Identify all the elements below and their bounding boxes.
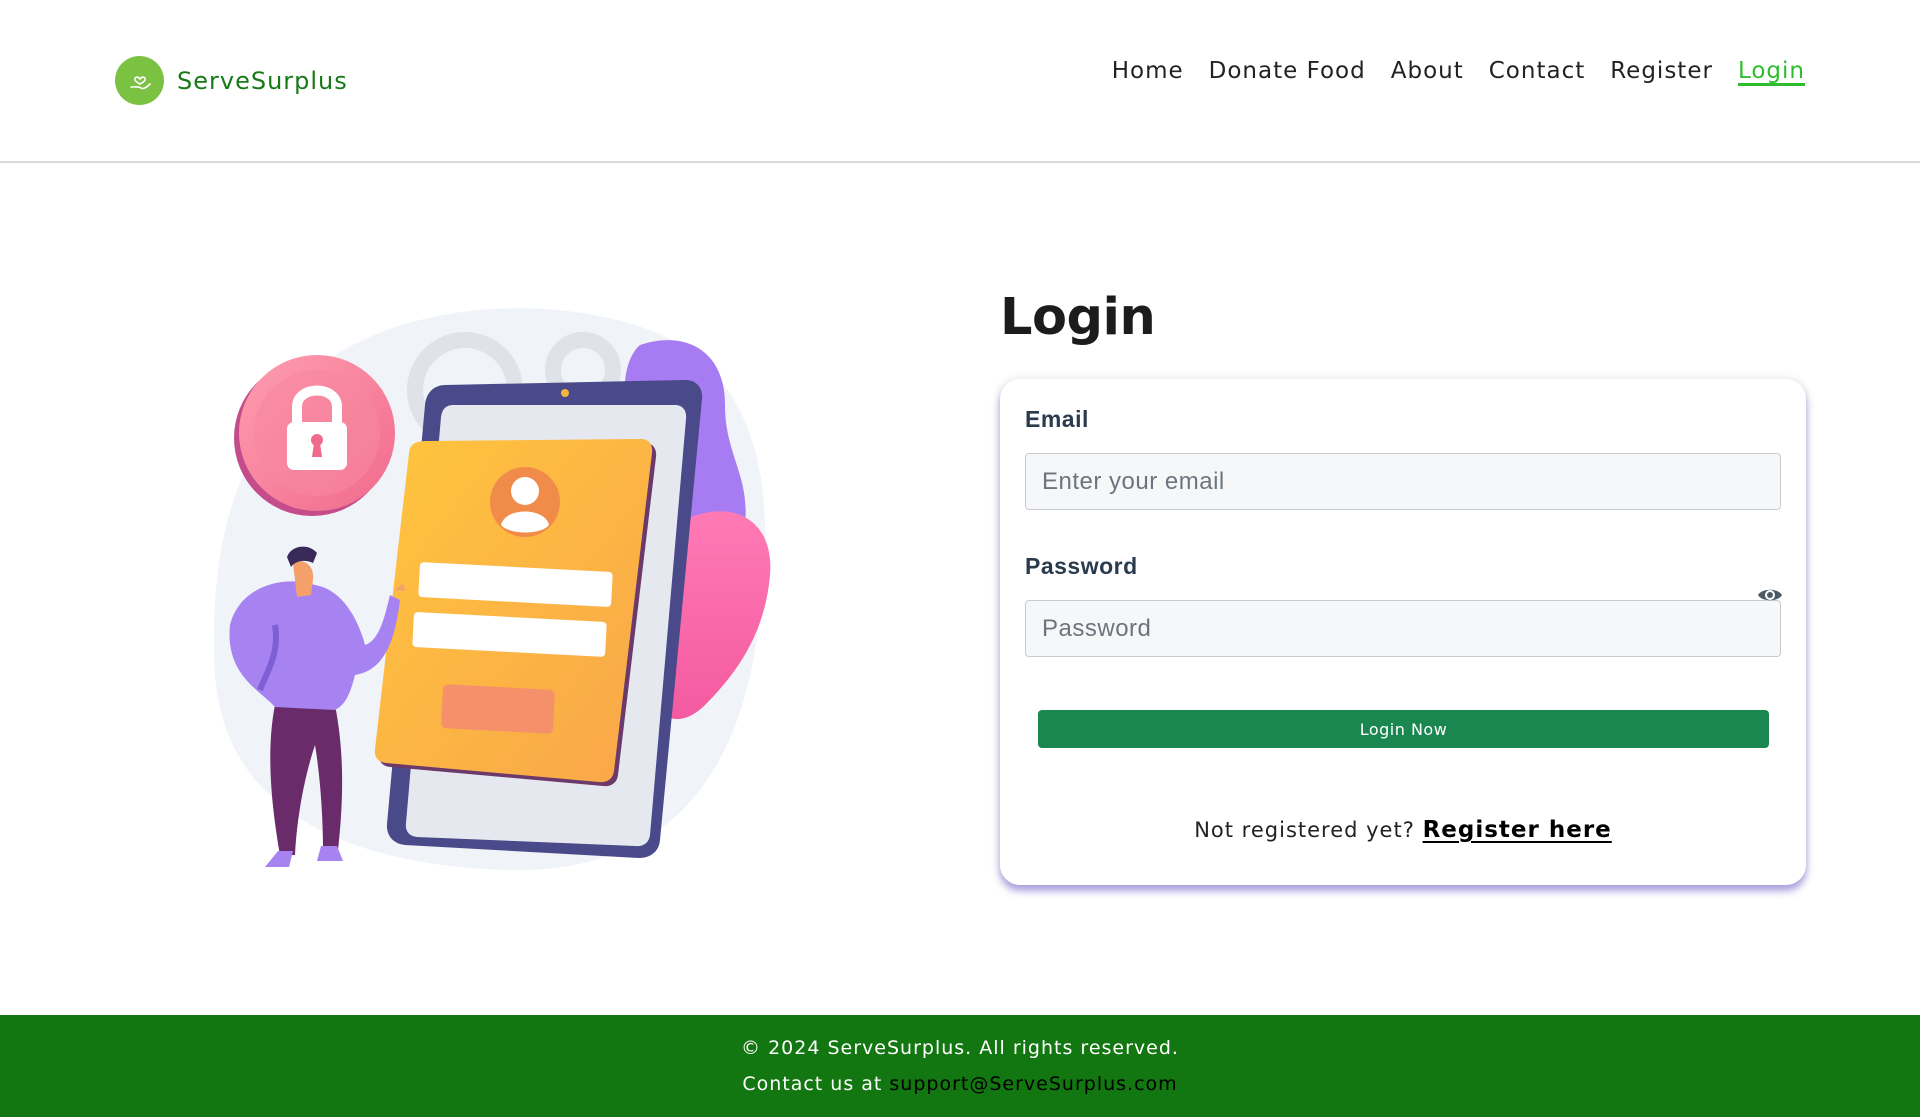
hand-heart-icon [115, 56, 164, 105]
password-field[interactable] [1025, 600, 1781, 657]
register-prompt: Not registered yet? Register here [1000, 817, 1806, 843]
contact-prefix: Contact us at [742, 1073, 883, 1095]
footer-contact: Contact us at support@ServeSurplus.com [0, 1073, 1920, 1095]
site-header: ServeSurplus Home Donate Food About Cont… [0, 0, 1920, 163]
site-footer: © 2024 ServeSurplus. All rights reserved… [0, 1015, 1920, 1117]
contact-email-link[interactable]: support@ServeSurplus.com [889, 1073, 1177, 1095]
brand-name: ServeSurplus [177, 66, 348, 95]
register-link[interactable]: Register here [1423, 817, 1612, 843]
password-label: Password [1025, 553, 1138, 579]
login-button[interactable]: Login Now [1038, 710, 1769, 748]
nav-register[interactable]: Register [1610, 58, 1713, 84]
email-field[interactable] [1025, 453, 1781, 510]
nav-login[interactable]: Login [1738, 58, 1805, 84]
nav-about[interactable]: About [1391, 58, 1464, 84]
nav-donate-food[interactable]: Donate Food [1209, 58, 1366, 84]
register-prompt-text: Not registered yet? [1194, 818, 1415, 842]
nav-home[interactable]: Home [1112, 58, 1184, 84]
login-card: Email Password Login Now Not registered … [1000, 379, 1806, 885]
copyright-text: © 2024 ServeSurplus. All rights reserved… [741, 1037, 1179, 1059]
email-label: Email [1025, 406, 1089, 432]
main-nav: Home Donate Food About Contact Register … [1087, 58, 1805, 84]
eye-icon[interactable] [1757, 586, 1783, 604]
brand[interactable]: ServeSurplus [115, 56, 348, 105]
login-illustration [205, 295, 785, 880]
nav-contact[interactable]: Contact [1489, 58, 1585, 84]
page-title: Login [1000, 288, 1156, 347]
